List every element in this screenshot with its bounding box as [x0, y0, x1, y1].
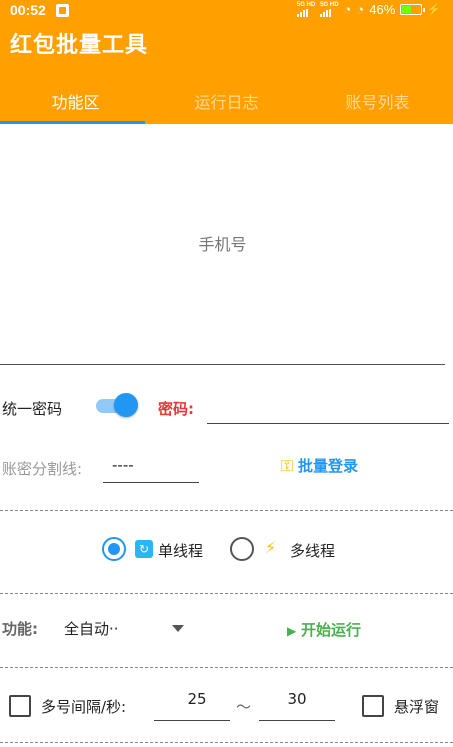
float-window-checkbox[interactable] — [362, 695, 384, 717]
divider-1 — [0, 510, 453, 511]
network-label-1: 5G HD — [296, 2, 316, 8]
status-bar: 00:52 5G HD 5G HD ◔ ◔ 46% ⚡ — [0, 0, 453, 22]
phone-input-placeholder: 手机号 — [198, 235, 247, 254]
password-field[interactable] — [207, 423, 449, 424]
unified-password-toggle[interactable] — [96, 392, 140, 418]
phone-input-underline — [0, 364, 445, 365]
tab-run-log[interactable]: 运行日志 — [151, 78, 302, 124]
interval-max-value: 30 — [287, 690, 307, 708]
signal-icon: 5G HD — [296, 2, 316, 17]
start-label: 开始运行 — [301, 621, 362, 639]
battery-percent: 46% — [369, 2, 396, 17]
single-thread-label: 单线程 — [158, 542, 204, 560]
password-row: 统一密码 密码: — [0, 392, 453, 432]
separator-field-value: ---- — [112, 456, 134, 474]
tab-functions[interactable]: 功能区 — [0, 78, 151, 124]
password-label: 密码: — [158, 400, 194, 418]
separator-label: 账密分割线: — [2, 460, 83, 478]
lightning-icon: ⚡ — [265, 538, 277, 557]
network-label-2: 5G HD — [320, 2, 339, 8]
function-selected: 全自动·· — [64, 620, 119, 638]
interval-checkbox[interactable] — [9, 695, 31, 717]
divider-3 — [0, 667, 453, 668]
wifi-icon-2: ◔ — [356, 2, 365, 17]
thread-mode-row: ↻ 单线程 ⚡ 多线程 — [0, 535, 453, 575]
interval-label: 多号间隔/秒: — [41, 698, 127, 716]
interval-min-value: 25 — [187, 690, 207, 708]
single-thread-radio[interactable] — [102, 537, 126, 561]
separator-field[interactable] — [103, 482, 199, 483]
battery-icon — [400, 4, 426, 15]
batch-login-label: 批量登录 — [297, 457, 358, 475]
sync-icon: ↻ — [135, 540, 153, 558]
separator-row: 账密分割线: ---- ⚿ 批量登录 — [0, 452, 453, 492]
status-time: 00:52 — [10, 2, 46, 18]
tab-account-list[interactable]: 账号列表 — [302, 78, 453, 124]
phone-input[interactable]: 手机号 — [0, 124, 453, 365]
status-icons: 5G HD 5G HD ◔ ◔ 46% ⚡ — [296, 2, 441, 17]
function-label: 功能: — [2, 620, 38, 638]
function-row: 功能: 全自动·· ▶ 开始运行 — [0, 615, 453, 655]
float-window-label: 悬浮窗 — [394, 698, 440, 716]
interval-tilde: ～ — [236, 698, 252, 716]
charging-icon: ⚡ — [427, 4, 441, 16]
toggle-thumb — [114, 393, 138, 417]
interval-row: 多号间隔/秒: 25 ～ 30 悬浮窗 — [0, 690, 453, 730]
key-icon: ⚿ — [281, 456, 294, 475]
play-icon: ▶ — [287, 624, 297, 638]
app-bar: 00:52 5G HD 5G HD ◔ ◔ 46% ⚡ 红包批量工具 功能区 运… — [0, 0, 453, 124]
notification-icon — [56, 4, 69, 17]
unified-password-label: 统一密码 — [2, 400, 63, 418]
chevron-down-icon — [172, 625, 184, 632]
interval-min-field[interactable] — [154, 720, 230, 721]
app-title: 红包批量工具 — [10, 33, 149, 58]
wifi-icon: ◔ — [343, 2, 352, 17]
divider-2 — [0, 593, 453, 594]
batch-login-button[interactable]: ⚿ 批量登录 — [281, 455, 358, 476]
interval-max-field[interactable] — [259, 720, 335, 721]
multi-thread-radio[interactable] — [230, 537, 254, 561]
tab-bar: 功能区 运行日志 账号列表 — [0, 78, 453, 124]
function-dropdown[interactable]: 全自动·· — [60, 615, 190, 645]
signal-icon-2: 5G HD — [320, 2, 339, 17]
start-button[interactable]: ▶ 开始运行 — [287, 619, 361, 640]
multi-thread-label: 多线程 — [290, 542, 336, 560]
divider-4 — [0, 742, 453, 743]
